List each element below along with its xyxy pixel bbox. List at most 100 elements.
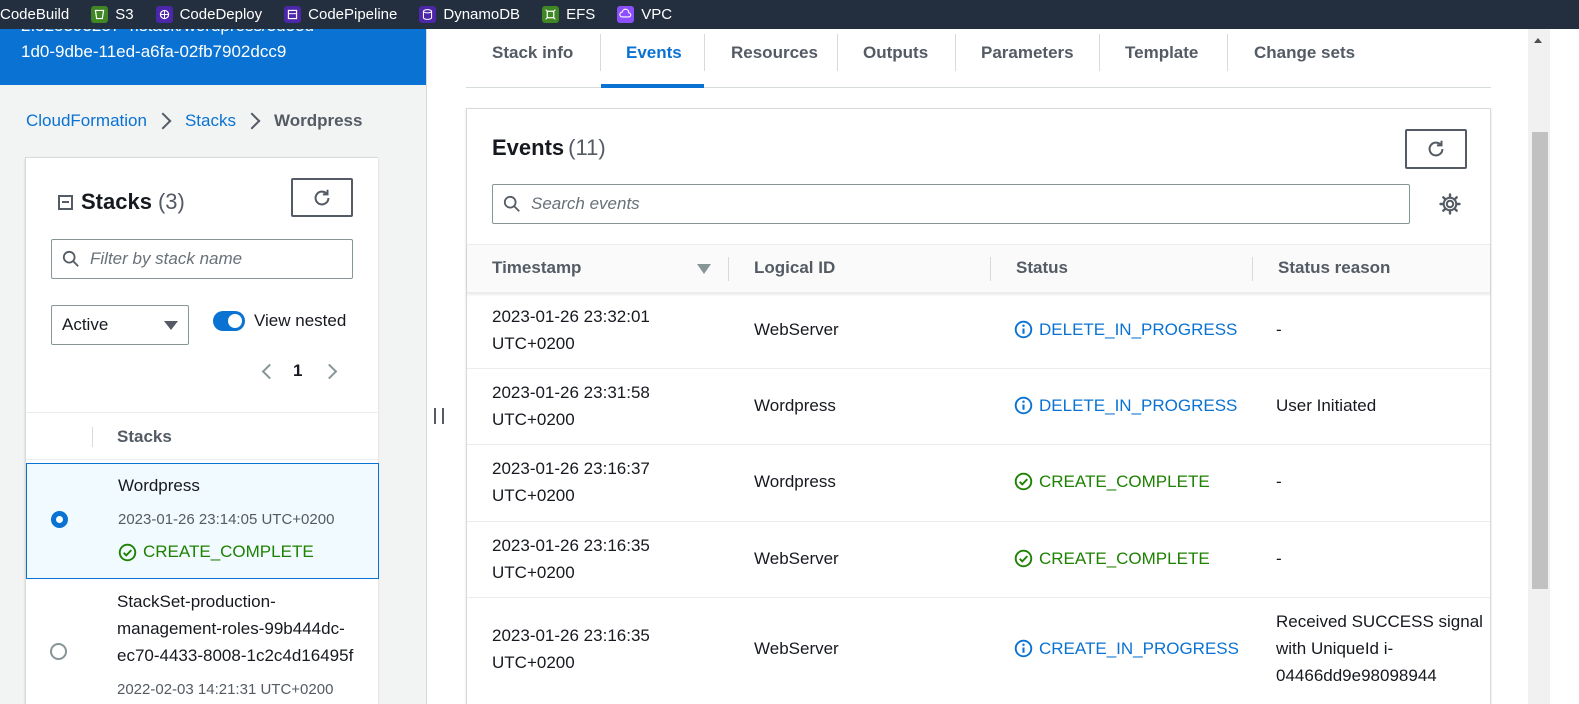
stack-radio-selected[interactable] <box>51 511 68 528</box>
column-divider[interactable] <box>1252 257 1253 281</box>
favorite-label: VPC <box>641 6 673 23</box>
column-status-reason[interactable]: Status reason <box>1278 258 1390 278</box>
page-scrollbar[interactable] <box>1528 29 1550 704</box>
split-panel-handle[interactable] <box>434 408 444 424</box>
current-page[interactable]: 1 <box>293 361 302 381</box>
refresh-icon <box>1428 140 1444 157</box>
sort-descending-icon[interactable] <box>697 264 711 274</box>
s3-icon <box>91 6 109 23</box>
favorite-label: CodeBuild <box>0 6 70 23</box>
refresh-events-button[interactable] <box>1405 129 1467 169</box>
tab-divider <box>837 34 838 71</box>
stack-arn-line2: 1d0-9dbe-11ed-a6fa-02fb7902dcc9 <box>21 42 287 61</box>
event-status-text: DELETE_IN_PROGRESS <box>1039 396 1238 415</box>
dynamodb-icon <box>419 6 437 23</box>
event-status: CREATE_COMPLETE <box>1014 468 1210 495</box>
event-status: CREATE_IN_PROGRESS <box>1014 635 1239 662</box>
scroll-thumb[interactable] <box>1532 132 1548 589</box>
favorite-label: EFS <box>566 6 596 23</box>
stack-name-line[interactable]: ec70-4433-8008-1c2c4d16495f <box>117 642 353 670</box>
events-title-text: Events <box>492 135 565 160</box>
info-icon <box>1014 320 1033 339</box>
favorite-vpc[interactable]: VPC <box>617 6 672 23</box>
status-filter-select[interactable]: Active <box>51 305 189 345</box>
favorite-efs[interactable]: EFS <box>542 6 595 23</box>
tab-stack-info[interactable]: Stack info <box>492 43 573 63</box>
stack-radio[interactable] <box>50 643 67 660</box>
stack-row-stackset[interactable]: StackSet-production- management-roles-99… <box>26 579 379 704</box>
breadcrumb: CloudFormation Stacks Wordpress <box>26 111 362 131</box>
search-events-input[interactable] <box>531 194 1409 214</box>
handle-bar <box>442 408 444 424</box>
codepipeline-icon <box>284 6 302 23</box>
success-check-icon <box>1014 472 1033 491</box>
tab-divider <box>704 34 705 71</box>
column-logical-id[interactable]: Logical ID <box>754 258 835 278</box>
stack-status: CREATE_COMPLETE <box>118 542 314 562</box>
pagination: 1 <box>261 361 338 381</box>
tab-parameters[interactable]: Parameters <box>981 43 1074 63</box>
column-divider[interactable] <box>728 257 729 281</box>
next-page-icon[interactable] <box>322 363 338 379</box>
gear-icon[interactable] <box>1438 192 1462 216</box>
stack-created-date: 2022-02-03 14:21:31 UTC+0200 <box>117 681 334 698</box>
tab-events[interactable]: Events <box>626 43 682 63</box>
stack-name-line[interactable]: StackSet-production- <box>117 588 276 616</box>
tab-resources[interactable]: Resources <box>731 43 818 63</box>
event-status: DELETE_IN_PROGRESS <box>1014 316 1237 343</box>
chevron-right-icon <box>154 112 172 130</box>
refresh-icon <box>314 189 330 205</box>
refresh-stacks-button[interactable] <box>291 178 353 217</box>
events-count: (11) <box>568 135 606 160</box>
tab-template[interactable]: Template <box>1125 43 1198 63</box>
table-row: 2023-01-26 23:32:01 UTC+0200 WebServer D… <box>467 293 1490 369</box>
column-timestamp[interactable]: Timestamp <box>492 258 581 278</box>
status-filter-value: Active <box>62 315 109 334</box>
breadcrumb-stacks[interactable]: Stacks <box>185 111 236 131</box>
table-row: 2023-01-26 23:31:58 UTC+0200 Wordpress D… <box>467 369 1490 445</box>
success-check-icon <box>118 543 137 561</box>
efs-icon <box>542 6 560 23</box>
logical-id: WebServer <box>754 549 839 568</box>
collapse-icon[interactable] <box>58 194 73 210</box>
stacks-title: Stacks <box>81 189 152 214</box>
event-status-text: DELETE_IN_PROGRESS <box>1039 320 1238 339</box>
favorite-label: DynamoDB <box>443 6 521 23</box>
stack-row-wordpress[interactable]: Wordpress 2023-01-26 23:14:05 UTC+0200 C… <box>26 463 379 579</box>
view-nested-toggle[interactable]: View nested <box>213 311 346 331</box>
timestamp-zone: UTC+0200 <box>492 410 575 429</box>
favorite-dynamodb[interactable]: DynamoDB <box>419 6 520 23</box>
status-reason: User Initiated <box>1276 396 1377 415</box>
view-nested-label: View nested <box>254 311 347 330</box>
column-status[interactable]: Status <box>1016 258 1068 278</box>
favorite-codedeploy[interactable]: CodeDeploy <box>155 6 262 23</box>
active-tab-indicator <box>601 84 704 88</box>
table-row: 2023-01-26 23:16:35 UTC+0200 WebServer C… <box>467 522 1490 598</box>
scroll-up-arrow-icon[interactable] <box>1534 38 1542 43</box>
favorite-s3[interactable]: S3 <box>91 6 134 23</box>
tab-outputs[interactable]: Outputs <box>863 43 928 63</box>
stack-status-text: CREATE_COMPLETE <box>143 542 314 561</box>
favorite-label: CodePipeline <box>308 6 398 23</box>
search-events-field[interactable] <box>492 184 1410 224</box>
status-reason: - <box>1276 472 1282 491</box>
favorite-codepipeline[interactable]: CodePipeline <box>284 6 397 23</box>
favorite-codebuild[interactable]: CodeBuild <box>0 6 69 23</box>
tab-divider <box>600 34 601 71</box>
logical-id: Wordpress <box>754 472 836 491</box>
stack-name-line[interactable]: management-roles-99b444dc- <box>117 615 345 643</box>
search-icon <box>62 250 79 267</box>
column-divider[interactable] <box>990 257 991 281</box>
previous-page-icon[interactable] <box>261 363 278 379</box>
event-status: CREATE_COMPLETE <box>1014 545 1210 572</box>
timestamp-date: 2023-01-26 23:16:37 <box>492 459 650 478</box>
timestamp-zone: UTC+0200 <box>492 334 575 353</box>
tab-change-sets[interactable]: Change sets <box>1254 43 1355 63</box>
toggle-switch[interactable] <box>213 311 245 331</box>
info-icon <box>1014 396 1033 415</box>
logical-id: Wordpress <box>754 396 836 415</box>
stack-name[interactable]: Wordpress <box>118 472 200 500</box>
filter-stacks-field[interactable] <box>51 239 353 279</box>
breadcrumb-cloudformation[interactable]: CloudFormation <box>26 111 147 131</box>
filter-stacks-input[interactable] <box>90 249 352 269</box>
